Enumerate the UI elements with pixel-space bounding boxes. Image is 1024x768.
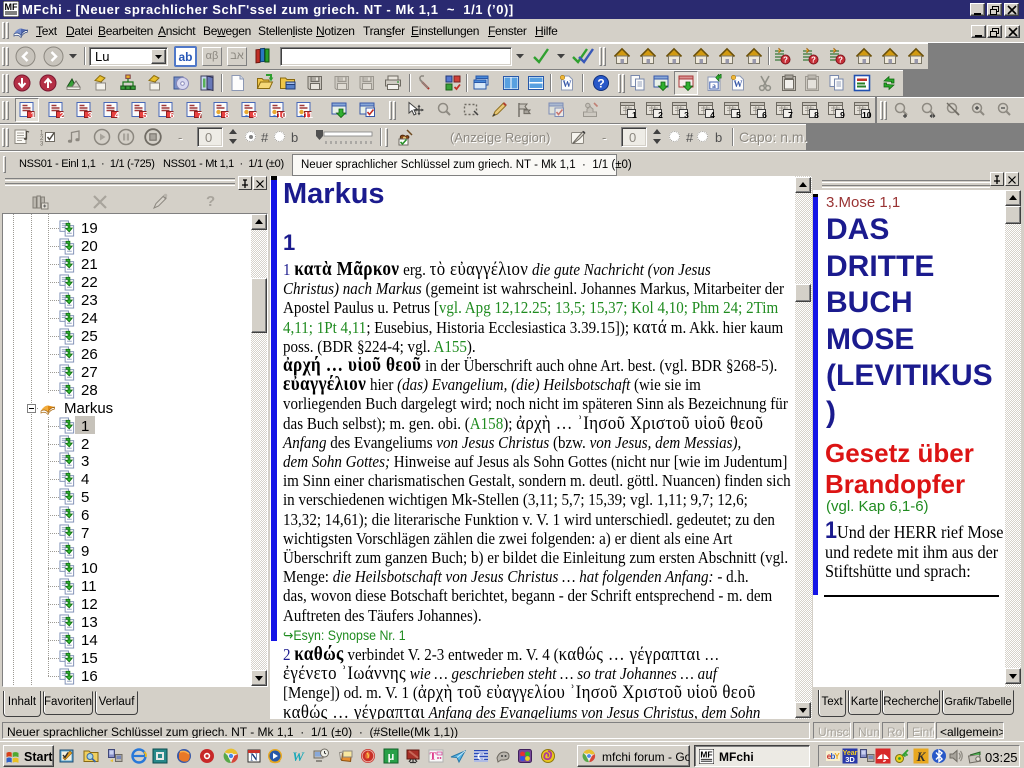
svg-text:W: W bbox=[292, 749, 305, 764]
svg-text:μ: μ bbox=[388, 751, 395, 763]
svg-text:N: N bbox=[250, 753, 258, 764]
svg-text:K: K bbox=[916, 749, 927, 764]
svg-text:Y: Y bbox=[834, 752, 840, 761]
svg-text:3D: 3D bbox=[845, 755, 855, 764]
svg-text:T: T bbox=[430, 752, 437, 763]
svg-text:C: C bbox=[477, 751, 485, 763]
